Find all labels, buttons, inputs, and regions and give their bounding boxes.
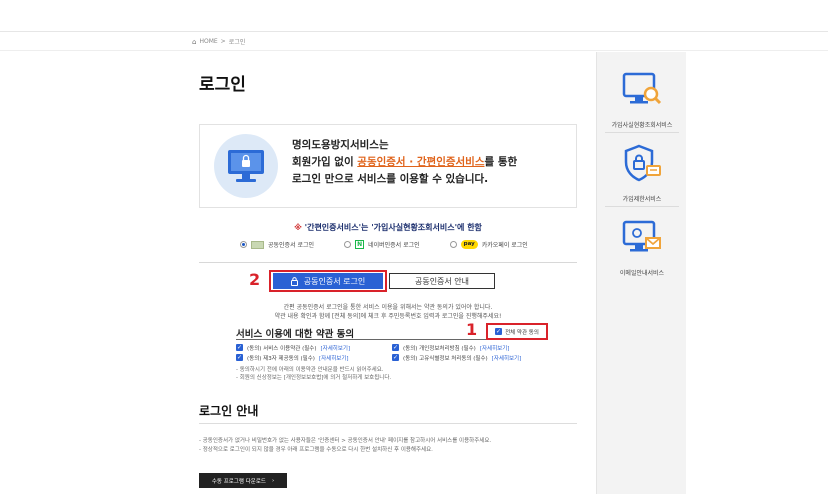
method-cert[interactable]: 공동인증서 로그인	[240, 240, 314, 249]
notice: ※ '간편인증서비스'는 '가입사실현황조회서비스'에 한함	[199, 222, 577, 233]
term-detail-link[interactable]: [자세히보기]	[480, 344, 510, 352]
method-naver[interactable]: N 네이버인증서 로그인	[344, 240, 420, 249]
term-detail-link[interactable]: [자세히보기]	[321, 344, 351, 352]
term-detail-link[interactable]: [자세히보기]	[492, 354, 522, 362]
login-guide-text: - 공동인증서가 없거나 비밀번호가 없는 사용자들은 '인증센터 > 공동인증…	[199, 437, 619, 455]
top-header	[0, 0, 828, 32]
agree-all-label: 전체 약관 동의	[505, 329, 539, 336]
sidebar-divider	[605, 132, 679, 133]
sidebar-item-subscription-lookup[interactable]: 가입사실현황조회서비스	[597, 62, 687, 134]
sidebar-item-label: 가입제한서비스	[622, 196, 662, 203]
term-check[interactable]: ✓	[392, 354, 399, 361]
terms-description: 간편 공동인증서 로그인을 통한 서비스 이용을 위해서는 약관 동의가 있어야…	[199, 303, 577, 321]
sidebar-item-label: 이메일안내서비스	[619, 270, 665, 277]
terms-list: ✓ (동의) 서비스 이용약관 (필수) [자세히보기] ✓ (동의) 개인정보…	[236, 343, 548, 363]
info-line-2-suffix: 를 통한	[484, 156, 518, 168]
sidebar-item-subscription-limit[interactable]: 가입제한서비스	[597, 136, 687, 208]
guide-line: - 공동인증서가 없거나 비밀번호가 없는 사용자들은 '인증센터 > 공동인증…	[199, 438, 492, 444]
notice-text: '간편인증서비스'는 '가입사실현황조회서비스'에 한함	[301, 223, 482, 232]
chevron-right-icon: ›	[271, 477, 275, 484]
info-line-2: 회원가입 없이 공동인증서 · 간편인증서비스를 통한	[292, 154, 517, 171]
step-marker-1: 1	[466, 320, 478, 339]
naver-logo-icon: N	[355, 240, 365, 249]
method-kakaopay[interactable]: pay 카카오페이 로그인	[449, 240, 528, 249]
divider	[199, 262, 577, 263]
terms-title: 서비스 이용에 대한 약관 동의	[236, 329, 355, 340]
terms-row: ✓ (동의) 서비스 이용약관 (필수) [자세히보기] ✓ (동의) 개인정보…	[236, 343, 548, 352]
agree-all-checkbox[interactable]: ✓ 전체 약관 동의	[486, 323, 548, 340]
method-naver-radio[interactable]	[344, 241, 352, 248]
info-text: 명의도용방지서비스는 회원가입 없이 공동인증서 · 간편인증서비스를 통한 로…	[292, 137, 517, 188]
download-label: 수동 프로그램 다운로드	[211, 478, 266, 485]
info-box: 명의도용방지서비스는 회원가입 없이 공동인증서 · 간편인증서비스를 통한 로…	[199, 124, 577, 208]
info-line-2-prefix: 회원가입 없이	[292, 156, 358, 168]
kakaopay-logo-icon: pay	[460, 240, 478, 249]
breadcrumb-current: 로그인	[228, 39, 246, 46]
method-naver-label: 네이버인증서 로그인	[368, 242, 420, 249]
cert-card-icon	[251, 240, 264, 249]
term-unique-id-checkbox[interactable]: ✓ (동의) 고유식별정보 처리동의 (필수) [자세히보기]	[392, 353, 548, 362]
sidebar-item-email-notice[interactable]: 이메일안내서비스	[597, 210, 687, 282]
method-cert-radio[interactable]	[240, 241, 247, 248]
info-highlight: 공동인증서 · 간편인증서비스	[357, 156, 485, 168]
sidebar-item-label: 가입사실현황조회서비스	[611, 122, 673, 129]
lock-icon	[290, 276, 298, 286]
manual-download-button[interactable]: 수동 프로그램 다운로드 ›	[199, 473, 287, 488]
terms-row: ✓ (동의) 제3자 제공동의 (필수) [자세히보기] ✓ (동의) 고유식별…	[236, 353, 548, 362]
guide-line: - 정상적으로 로그인이 되지 않을 경우 아래 프로그램을 수동으로 다시 한…	[199, 447, 433, 453]
monitor-search-icon	[622, 72, 662, 105]
login-method-options: 공동인증서 로그인 N 네이버인증서 로그인 pay 카카오페이 로그인	[240, 240, 528, 249]
description-line-1: 간편 공동인증서 로그인을 통한 서비스 이용을 위해서는 약관 동의가 있어야…	[283, 304, 493, 311]
terms-notes: - 동의하시기 전에 아래의 이용약관 안내문을 반드시 읽어주세요. - 회원…	[236, 366, 391, 382]
note-line: - 회원의 신상정보는 [개인정보보호법]에 의거 철저하게 보호됩니다.	[236, 375, 392, 381]
notice-mark: ※	[294, 223, 302, 232]
guide-divider	[199, 423, 577, 424]
term-label: (동의) 개인정보처리방침 (필수)	[403, 345, 476, 352]
home-icon[interactable]: ⌂	[192, 38, 196, 46]
breadcrumb-separator: >	[220, 38, 226, 45]
term-check[interactable]: ✓	[392, 344, 399, 351]
breadcrumb-home[interactable]: HOME	[199, 38, 217, 45]
breadcrumb: ⌂ HOME > 로그인	[192, 37, 246, 47]
term-detail-link[interactable]: [자세히보기]	[319, 354, 349, 362]
monitor-mail-icon	[622, 220, 661, 252]
term-label: (동의) 고유식별정보 처리동의 (필수)	[403, 355, 488, 362]
term-label: (동의) 서비스 이용약관 (필수)	[247, 345, 317, 352]
info-line-1: 명의도용방지서비스는	[292, 139, 389, 151]
term-check[interactable]: ✓	[236, 354, 243, 361]
shield-lock-icon	[624, 144, 661, 182]
description-line-2: 약관 내용 확인과 함께 [전체 동의]에 체크 후 주민등록번호 입력과 로그…	[274, 313, 502, 320]
term-privacy-checkbox[interactable]: ✓ (동의) 개인정보처리방침 (필수) [자세히보기]	[392, 343, 548, 352]
term-thirdparty-checkbox[interactable]: ✓ (동의) 제3자 제공동의 (필수) [자세히보기]	[236, 353, 392, 362]
sidebar-divider	[605, 206, 679, 207]
quick-menu-sidebar: 가입사실현황조회서비스 가입제한서비스 이메일안내서비스	[596, 52, 686, 494]
term-label: (동의) 제3자 제공동의 (필수)	[247, 355, 315, 362]
login-guide-title: 로그인 안내	[199, 404, 259, 418]
term-check[interactable]: ✓	[236, 344, 243, 351]
tab-cert-guide-label: 공동인증서 안내	[414, 276, 470, 286]
term-service-checkbox[interactable]: ✓ (동의) 서비스 이용약관 (필수) [자세히보기]	[236, 343, 392, 352]
tab-cert-login-label: 공동인증서 로그인	[303, 276, 366, 286]
info-line-3: 로그인 만으로 서비스를 이용할 수 있습니다.	[292, 173, 489, 185]
agree-all-check[interactable]: ✓	[495, 328, 503, 335]
method-kakaopay-radio[interactable]	[449, 241, 457, 248]
method-kakaopay-label: 카카오페이 로그인	[481, 242, 528, 249]
breadcrumb-bar: ⌂ HOME > 로그인	[0, 33, 828, 51]
method-cert-label: 공동인증서 로그인	[268, 242, 315, 249]
tab-cert-login[interactable]: 공동인증서 로그인	[273, 273, 383, 289]
tab-cert-guide[interactable]: 공동인증서 안내	[389, 273, 495, 289]
page-title: 로그인	[199, 75, 246, 95]
step-marker-2: 2	[249, 270, 261, 289]
monitor-lock-icon	[214, 134, 278, 198]
note-line: - 동의하시기 전에 아래의 이용약관 안내문을 반드시 읽어주세요.	[236, 367, 384, 373]
